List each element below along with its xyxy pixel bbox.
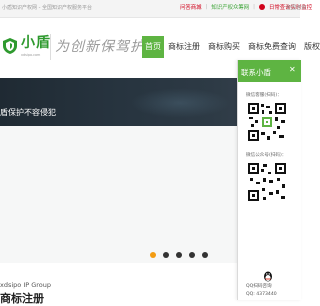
banner-headline: 盾保护不容侵犯: [0, 108, 56, 117]
carousel-dot-5[interactable]: [202, 252, 208, 258]
carousel-dot-4[interactable]: [189, 252, 195, 258]
top-utility-bar: 小盾知识产权网 - 全国知识产权服务平台 问答商城 | 知识产权众筹网 | 日常…: [0, 0, 312, 18]
shield-logo-icon: [3, 38, 17, 54]
top-link-2[interactable]: 知识产权众筹网: [211, 3, 249, 11]
nav-trademark-search[interactable]: 商标免费查询: [244, 36, 300, 58]
carousel-dot-3[interactable]: [176, 252, 182, 258]
divider: |: [253, 4, 255, 10]
nav-home[interactable]: 首页: [142, 36, 164, 58]
section-title: 商标注册: [0, 292, 44, 305]
wechat-qr-code: [247, 102, 287, 142]
site-tagline: 小盾知识产权网 - 全国知识产权服务平台: [2, 5, 92, 11]
qq-consult-link[interactable]: QQ扫码咨询: [246, 283, 272, 289]
close-icon[interactable]: ✕: [289, 65, 296, 74]
logo-divider: [50, 34, 51, 60]
nav-trademark-register[interactable]: 商标注册: [164, 36, 204, 58]
top-contact-text: 全国咨询: [286, 5, 307, 11]
logo-domain: xdsipo.com: [21, 53, 41, 57]
wechat-official-qr-code: [247, 162, 287, 202]
contact-float-panel: 联系小盾 ✕ 微信客服(扫码)： 微信公众号(扫码)： QQ扫码咨询 QQ: 4…: [237, 60, 301, 300]
banner-glow: [130, 88, 230, 118]
nav-copyright[interactable]: 版权: [300, 36, 320, 58]
nav-trademark-buy[interactable]: 商标购买: [204, 36, 244, 58]
qq-penguin-icon: [264, 271, 272, 282]
alert-dot-icon: [258, 4, 265, 10]
qq-number: QQ: 4373440: [246, 292, 277, 297]
qr-label-wechat-service: 微信客服(扫码)：: [246, 93, 282, 98]
float-panel-title: 联系小盾: [241, 68, 271, 77]
carousel-dots: [150, 252, 208, 258]
top-link-1[interactable]: 问答商城: [180, 3, 202, 11]
main-nav: 首页 商标注册 商标购买 商标免费查询 版权: [142, 36, 320, 58]
carousel-dot-2[interactable]: [163, 252, 169, 258]
float-panel-header: 联系小盾 ✕: [238, 60, 301, 82]
logo-text[interactable]: 小盾: [21, 32, 51, 52]
divider: |: [205, 4, 208, 10]
section-brand-en: xdsipo IP Group: [0, 281, 52, 289]
carousel-dot-1[interactable]: [150, 252, 156, 258]
qr-label-wechat-official: 微信公众号(扫码)：: [246, 153, 287, 158]
